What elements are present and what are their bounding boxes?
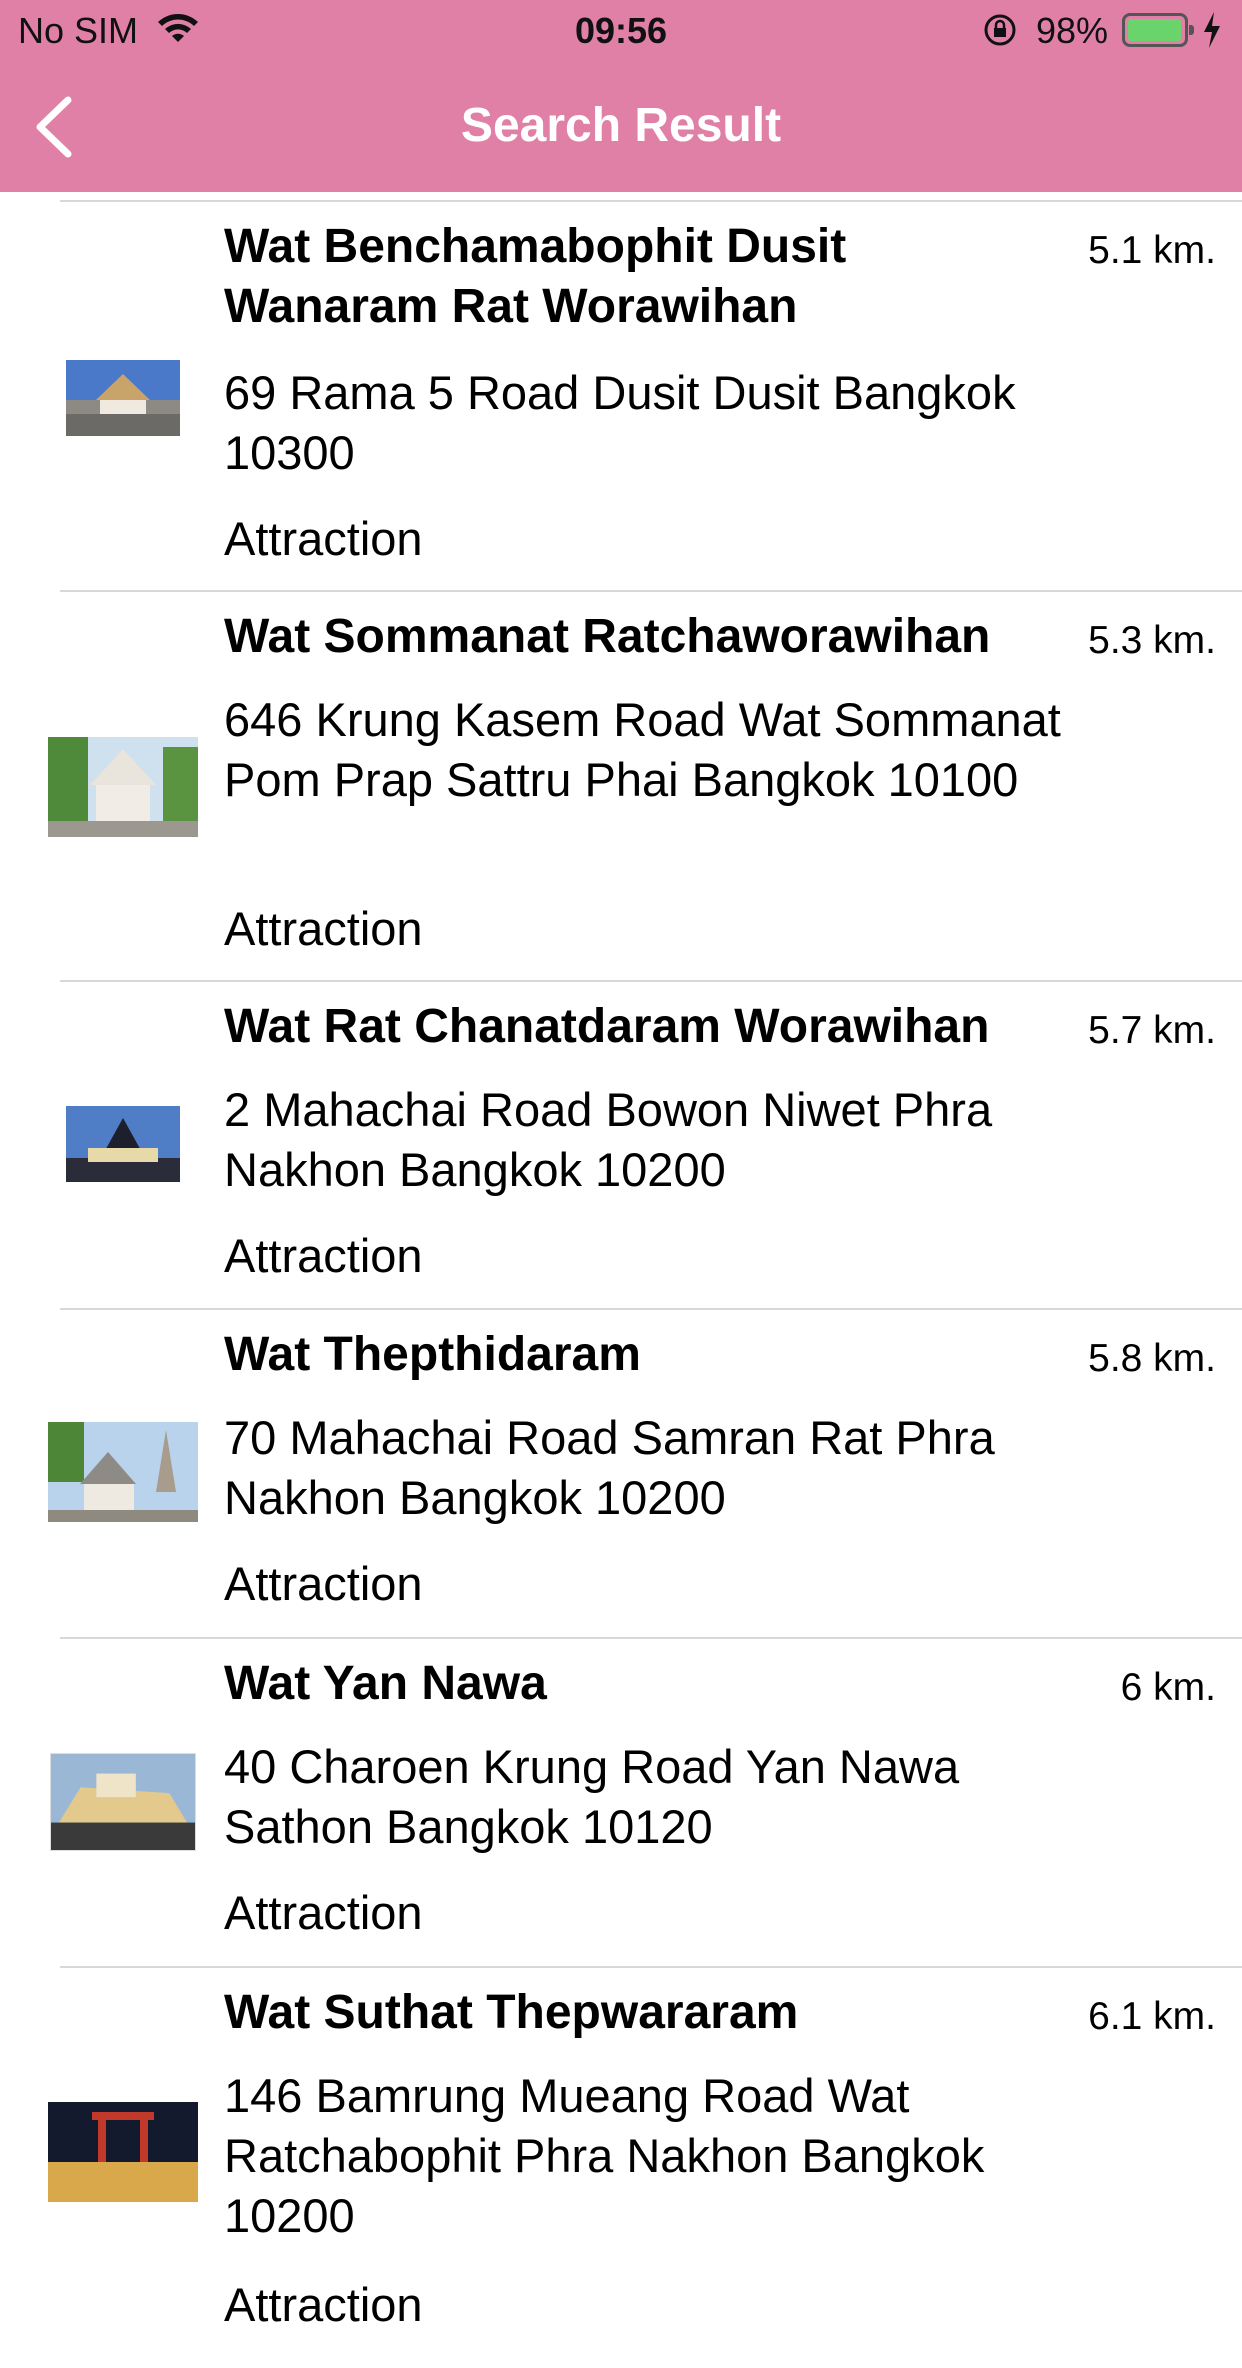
result-category: Attraction	[224, 1229, 423, 1282]
battery-icon	[1122, 13, 1194, 47]
result-category: Attraction	[224, 1557, 423, 1610]
result-category: Attraction	[224, 512, 423, 565]
navigation-bar: No SIM 09:56 98% Search Result	[0, 0, 1242, 192]
result-category: Attraction	[224, 1886, 423, 1939]
result-address: 2 Mahachai Road Bowon Niwet Phra Nakhon …	[224, 1083, 993, 1196]
result-thumbnail	[66, 1106, 180, 1182]
result-thumbnail	[50, 1753, 196, 1851]
result-name: Wat Yan Nawa	[224, 1657, 547, 1710]
result-name: Wat Rat Chanatdaram Worawihan	[224, 1000, 990, 1053]
result-address: 40 Charoen Krung Road Yan Nawa Sathon Ba…	[224, 1740, 960, 1853]
result-name: Wat Thepthidaram	[224, 1328, 641, 1381]
result-row[interactable]: Wat Rat Chanatdaram Worawihan 5.7 km. 2 …	[0, 982, 1242, 1308]
battery-percent: 98%	[1036, 10, 1109, 51]
rotation-lock-icon	[984, 14, 1016, 46]
result-distance: 6 km.	[1120, 1666, 1216, 1709]
result-distance: 5.3 km.	[1088, 619, 1216, 662]
charging-bolt-icon	[1204, 12, 1220, 48]
results-list[interactable]: Wat Benchamabophit Dusit Wanaram Rat Wor…	[0, 200, 1242, 2368]
result-category: Attraction	[224, 2278, 423, 2331]
result-row[interactable]: Wat Benchamabophit Dusit Wanaram Rat Wor…	[0, 202, 1242, 590]
result-address: 146 Bamrung Mueang Road Wat Ratchabophit…	[224, 2069, 985, 2242]
result-thumbnail	[48, 737, 198, 837]
result-thumbnail	[48, 2102, 198, 2202]
result-row[interactable]: Wat Thepthidaram 5.8 km. 70 Mahachai Roa…	[0, 1310, 1242, 1637]
result-address: 646 Krung Kasem Road Wat Sommanat Pom Pr…	[224, 693, 1061, 806]
result-row[interactable]: Wat Yan Nawa 6 km. 40 Charoen Krung Road…	[0, 1639, 1242, 1966]
result-address: 69 Rama 5 Road Dusit Dusit Bangkok 10300	[224, 366, 1016, 479]
result-address: 70 Mahachai Road Samran Rat Phra Nakhon …	[224, 1411, 995, 1524]
battery-level-fill	[1128, 19, 1181, 41]
result-category: Attraction	[224, 902, 423, 955]
result-distance: 6.1 km.	[1088, 1995, 1216, 2038]
result-distance: 5.7 km.	[1088, 1009, 1216, 1052]
status-bar: No SIM 09:56 98%	[0, 0, 1242, 62]
result-thumbnail	[66, 360, 180, 436]
result-row[interactable]: Wat Suthat Thepwararam 6.1 km. 146 Bamru…	[0, 1968, 1242, 2368]
result-name: Wat Sommanat Ratchaworawihan	[224, 610, 991, 663]
result-distance: 5.1 km.	[1088, 229, 1216, 272]
result-name: Wat Benchamabophit Dusit Wanaram Rat Wor…	[224, 220, 847, 333]
result-distance: 5.8 km.	[1088, 1337, 1216, 1380]
result-row[interactable]: Wat Sommanat Ratchaworawihan 5.3 km. 646…	[0, 592, 1242, 980]
page-title: Search Result	[460, 99, 782, 152]
result-name: Wat Suthat Thepwararam	[224, 1986, 799, 2039]
result-thumbnail	[48, 1422, 198, 1522]
